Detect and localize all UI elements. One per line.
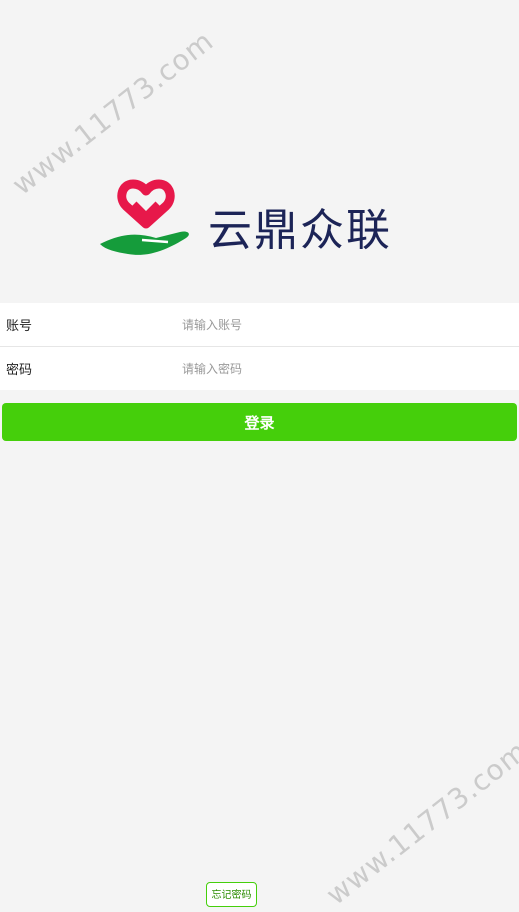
account-input[interactable] — [182, 303, 502, 346]
login-button[interactable]: 登录 — [2, 403, 517, 441]
login-form: 账号 密码 — [0, 303, 519, 390]
brand-name: 云鼎众联 — [208, 205, 392, 256]
watermark: www.11773.com — [319, 734, 519, 912]
forgot-password-button[interactable]: 忘记密码 — [206, 882, 257, 907]
brand-logo: 云鼎众联 — [98, 178, 428, 258]
account-row: 账号 — [0, 303, 519, 346]
password-label: 密码 — [6, 363, 33, 378]
account-label: 账号 — [6, 319, 33, 334]
watermark: www.11773.com — [5, 24, 220, 202]
heart-hand-icon — [100, 179, 189, 255]
password-row: 密码 — [0, 346, 519, 390]
password-input[interactable] — [182, 347, 502, 390]
